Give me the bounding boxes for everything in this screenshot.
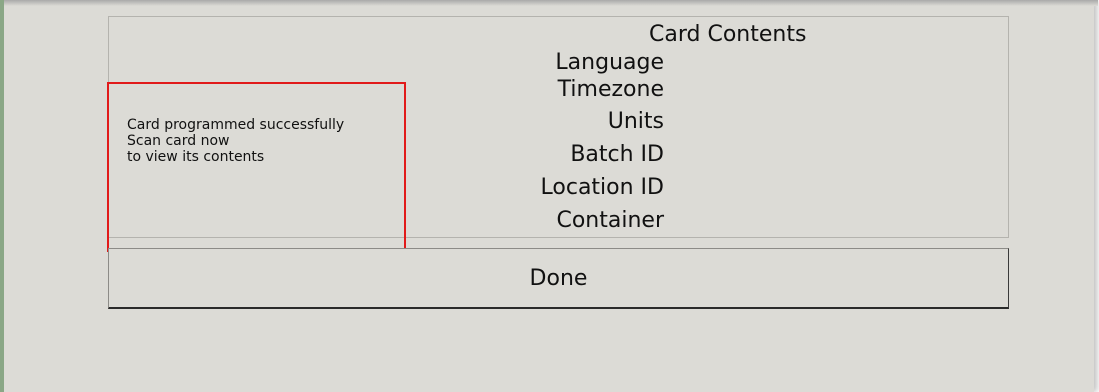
app-window: Card programmed successfully Scan card n… xyxy=(0,0,1098,392)
field-units: Units xyxy=(607,109,664,134)
field-language: Language xyxy=(555,50,664,75)
field-timezone: Timezone xyxy=(557,77,664,102)
field-location-id: Location ID xyxy=(540,175,664,200)
field-batch-id: Batch ID xyxy=(570,142,664,167)
card-contents-title: Card Contents xyxy=(649,22,807,47)
done-button[interactable]: Done xyxy=(108,248,1009,309)
field-container: Container xyxy=(556,208,664,233)
title-shadow xyxy=(4,0,1098,6)
highlight-annotation xyxy=(107,82,406,252)
